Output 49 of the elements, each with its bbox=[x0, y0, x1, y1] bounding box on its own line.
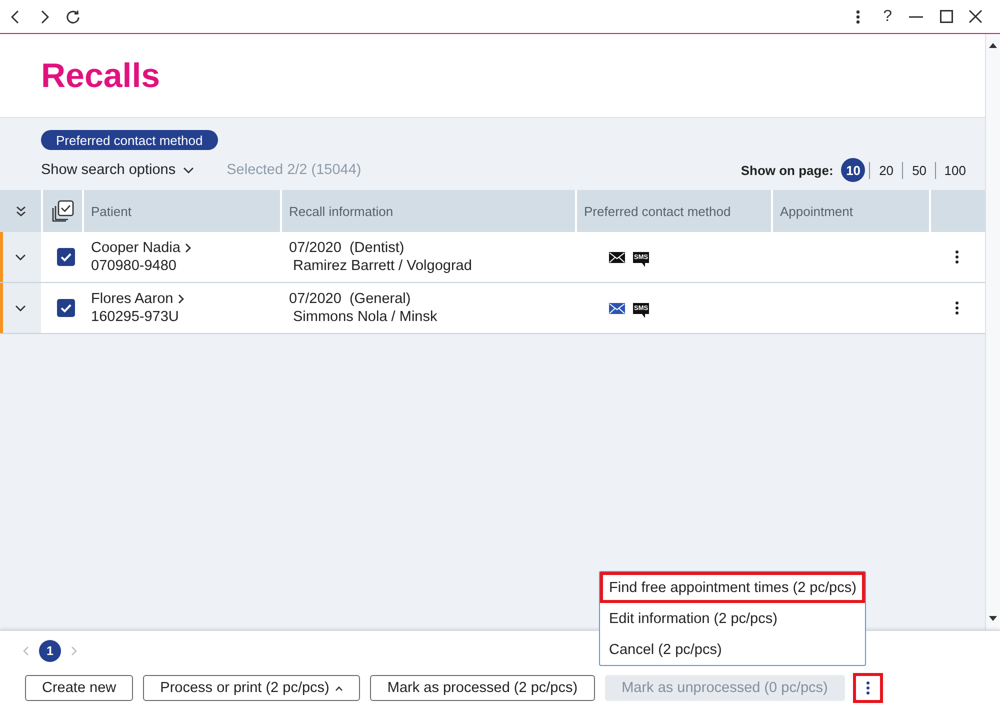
reload-icon[interactable] bbox=[66, 10, 80, 24]
page-size-option[interactable]: 10 bbox=[841, 158, 866, 182]
more-icon[interactable] bbox=[856, 10, 860, 24]
page-button[interactable]: 1 bbox=[39, 640, 61, 662]
more-button[interactable] bbox=[852, 673, 883, 703]
maximize-icon[interactable] bbox=[940, 10, 953, 23]
page-title: Recalls bbox=[41, 58, 160, 92]
action-button[interactable]: Create new bbox=[25, 675, 134, 701]
scroll-up-icon[interactable] bbox=[989, 43, 997, 48]
back-icon[interactable] bbox=[11, 10, 19, 24]
recall-date: 07/2020 (Dentist) bbox=[289, 239, 404, 257]
chevron-down-icon[interactable] bbox=[15, 304, 26, 312]
filter-chip[interactable]: Preferred contact method bbox=[41, 130, 218, 150]
action-button[interactable]: Mark as processed (2 pc/pcs) bbox=[370, 675, 595, 701]
page-size-label: Show on page: bbox=[740, 162, 834, 178]
menu-item[interactable]: Find free appointment times (2 pc/pcs) bbox=[600, 572, 865, 603]
row-checkbox[interactable] bbox=[57, 299, 75, 317]
scroll-down-icon[interactable] bbox=[989, 616, 997, 621]
patient-id: 160295-973U bbox=[91, 308, 179, 326]
caret-up-icon bbox=[335, 686, 344, 690]
close-icon[interactable] bbox=[969, 10, 982, 23]
more-icon bbox=[866, 681, 870, 695]
chevron-right-icon bbox=[185, 243, 192, 253]
chevron-down-icon bbox=[182, 166, 194, 174]
scrollbar[interactable] bbox=[985, 34, 1000, 630]
chevron-right-icon bbox=[178, 294, 184, 304]
forward-icon[interactable] bbox=[41, 10, 49, 24]
select-all-icon[interactable] bbox=[52, 200, 74, 222]
selection-summary: Selected 2/2 (15044) bbox=[226, 162, 362, 178]
patient-link[interactable]: Flores Aaron bbox=[91, 290, 184, 308]
page-size-option[interactable]: 100 bbox=[940, 158, 970, 182]
minimize-icon[interactable] bbox=[909, 16, 923, 18]
page-size-option[interactable]: 20 bbox=[874, 158, 898, 182]
more-icon[interactable] bbox=[955, 301, 959, 315]
patient-link[interactable]: Cooper Nadia bbox=[91, 239, 192, 257]
help-button[interactable]: ? bbox=[883, 8, 892, 24]
chevron-down-icon[interactable] bbox=[15, 254, 26, 260]
recall-date: 07/2020 (General) bbox=[289, 290, 411, 308]
patient-id: 070980-9480 bbox=[91, 257, 176, 275]
dropdown-button[interactable]: Process or print (2 pc/pcs) bbox=[143, 675, 360, 701]
menu-item[interactable]: Edit information (2 pc/pcs) bbox=[600, 603, 865, 634]
menu-item[interactable]: Cancel (2 pc/pcs) bbox=[600, 634, 865, 665]
more-icon[interactable] bbox=[955, 250, 959, 264]
page-size-option[interactable]: 50 bbox=[907, 158, 932, 182]
row-checkbox[interactable] bbox=[57, 248, 75, 266]
recall-details: Simmons Nola / Minsk bbox=[292, 308, 438, 326]
double-chevron-down-icon[interactable] bbox=[16, 206, 26, 216]
recall-details: Ramirez Barrett / Volgograd bbox=[292, 257, 472, 275]
search-options-toggle[interactable]: Show search options bbox=[41, 162, 194, 178]
